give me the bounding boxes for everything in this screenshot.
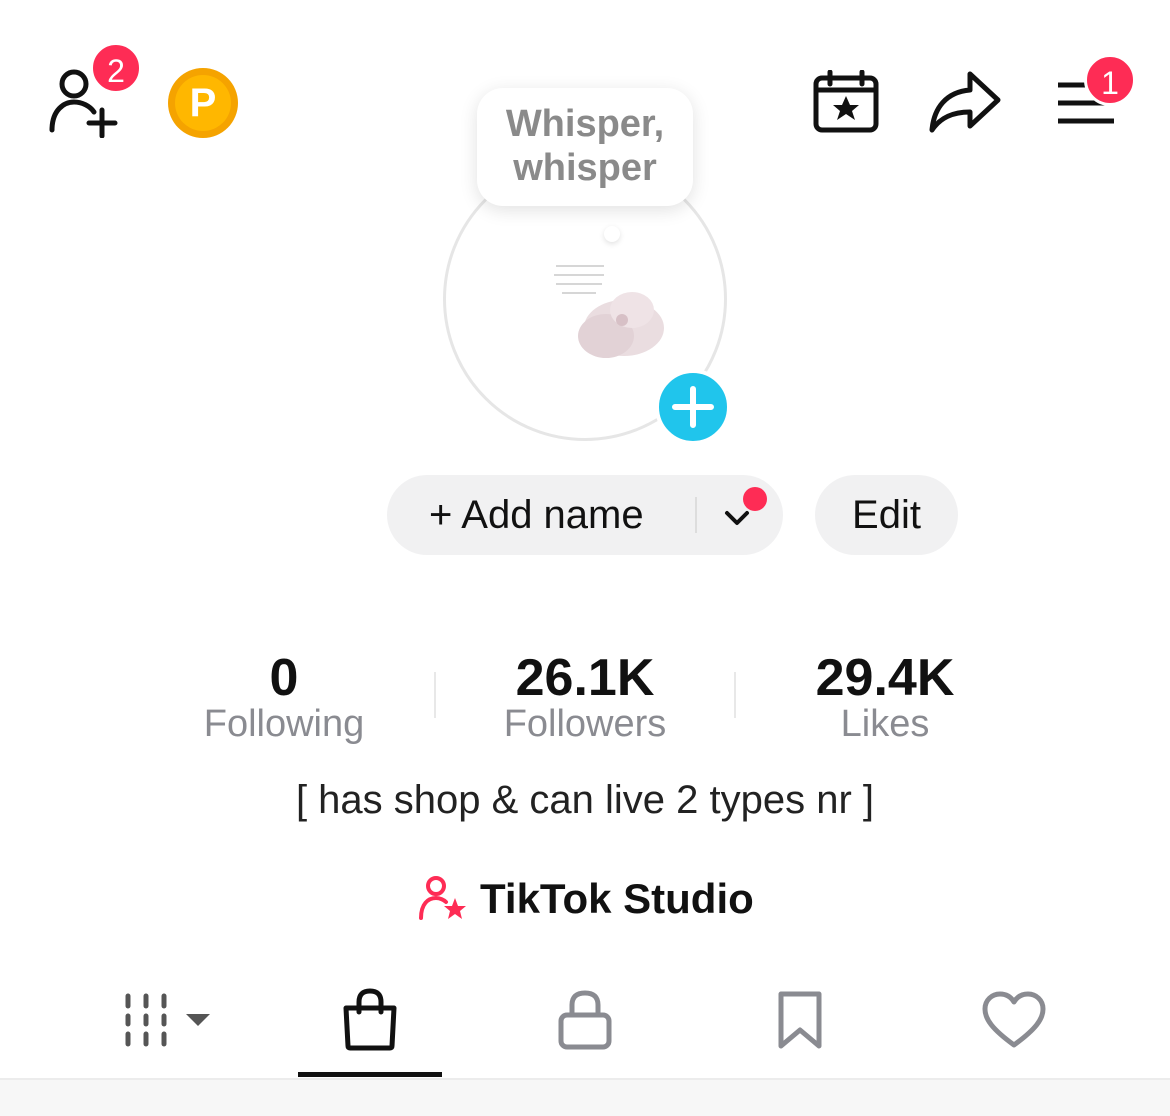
stat-value: 29.4K [815,649,955,707]
add-name-pill[interactable]: + Add name [387,475,783,555]
note-bubble[interactable]: Whisper, whisper [477,88,693,206]
stat-likes[interactable]: 29.4K Likes [765,648,1005,746]
note-line-2: whisper [513,147,657,189]
tiktok-studio-link[interactable]: TikTok Studio [418,872,754,926]
stat-label: Followers [503,703,667,745]
bookmark-icon [778,991,822,1049]
menu-badge: 1 [1084,54,1136,106]
tab-saved[interactable] [730,985,870,1055]
content-area-strip [0,1080,1170,1116]
tab-selected-indicator [298,1072,442,1077]
coin-button[interactable]: P [166,66,240,140]
stat-label: Likes [840,703,930,745]
notification-badge: 2 [90,42,142,94]
edit-profile-button[interactable]: Edit [815,475,958,555]
stat-value: 26.1K [515,649,655,707]
dropdown-red-dot [743,487,767,511]
studio-user-star-icon [419,876,466,920]
stat-label: Following [203,703,365,745]
plus-icon [672,386,714,428]
videos-grid-icon [125,993,210,1047]
studio-label: TikTok Studio [480,875,754,922]
edit-label: Edit [852,493,921,537]
tab-shop[interactable] [300,985,440,1055]
stat-following[interactable]: 0 Following [164,648,404,746]
heart-icon [982,991,1046,1048]
calendar-button[interactable] [812,69,880,134]
note-line-1: Whisper, [505,103,665,145]
share-arrow-icon [929,71,1001,133]
add-avatar-button[interactable] [655,369,731,445]
tab-liked[interactable] [944,985,1084,1055]
stat-followers[interactable]: 26.1K Followers [465,648,705,746]
shopping-bag-icon [343,988,397,1051]
stat-divider [434,672,436,718]
tab-videos[interactable] [90,985,230,1055]
share-button[interactable] [928,70,1002,134]
add-name-label: + Add name [429,493,644,537]
stat-value: 0 [269,649,299,707]
lock-icon [558,990,612,1050]
bubble-tail-dot [604,226,620,242]
stat-divider [734,672,736,718]
tab-private[interactable] [515,985,655,1055]
profile-bio[interactable]: [ has shop & can live 2 types nr ] [0,778,1170,823]
pill-divider [695,497,697,533]
calendar-star-icon [813,69,879,133]
coin-letter: P [189,81,217,125]
